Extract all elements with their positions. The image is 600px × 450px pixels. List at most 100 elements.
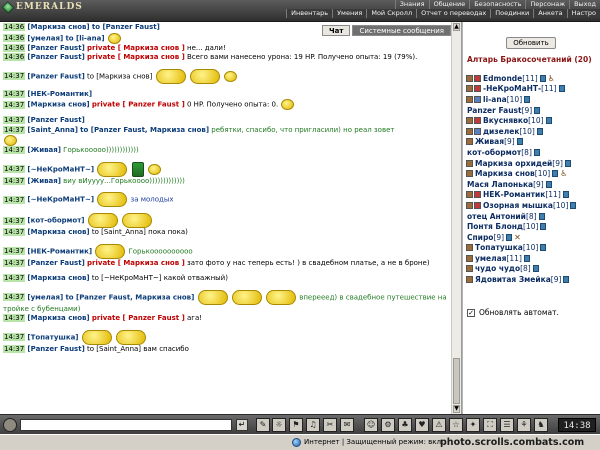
user-name[interactable]: Мася Лапонька <box>467 180 533 189</box>
user-list-item[interactable]: Живая [9] <box>466 137 600 148</box>
user-list-item[interactable]: дизелек [10] <box>466 126 600 137</box>
user-name[interactable]: Озорная мышка <box>483 201 553 210</box>
message-author[interactable]: [Маркиза снов] <box>27 274 89 282</box>
user-name[interactable]: дизелек <box>483 127 519 136</box>
user-name[interactable]: Вкуснявко <box>483 116 528 125</box>
message-author[interactable]: [Живая] <box>27 177 61 185</box>
info-icon[interactable] <box>506 233 513 241</box>
message-author[interactable]: [Panzer Faust] <box>27 259 84 267</box>
toolbar-button-17[interactable]: ♞ <box>534 418 548 432</box>
info-icon[interactable] <box>540 223 547 231</box>
toolbar-button-10[interactable]: ♥ <box>415 418 429 432</box>
scroll-up-icon[interactable]: ▲ <box>453 23 460 31</box>
toolbar-button-8[interactable]: ⚙ <box>381 418 395 432</box>
message-recipient[interactable]: to [Маркиза снов] <box>87 72 152 80</box>
message-author[interactable]: [НЕК-Романтик] <box>27 247 92 255</box>
private-recipient[interactable]: private [ Маркиза снов ] <box>87 259 185 267</box>
menu-item-duels[interactable]: Поединки <box>490 9 534 18</box>
message-recipient[interactable]: to [Saint_Anna] <box>92 228 146 236</box>
menu-item-settings[interactable]: Настро <box>566 9 600 18</box>
info-icon[interactable] <box>545 117 552 125</box>
user-list-item[interactable]: Понтя Блонд [10] <box>466 221 600 232</box>
user-list-item[interactable]: li-ana [10] <box>466 94 600 105</box>
toolbar-button-16[interactable]: ⚘ <box>517 418 531 432</box>
toolbar-button-14[interactable]: ⛶ <box>483 418 497 432</box>
toolbar-button-3[interactable]: ⚑ <box>289 418 303 432</box>
user-name[interactable]: Понтя Блонд <box>467 222 523 231</box>
message-recipient[interactable]: to [Panzer Faust, Маркиза снов] <box>65 293 194 301</box>
info-icon[interactable] <box>536 127 543 135</box>
user-list-item[interactable]: НЕК-Романтик [11] <box>466 190 600 201</box>
user-list-item[interactable]: Panzer Faust [9] <box>466 105 600 116</box>
user-name[interactable]: Маркиза снов <box>475 169 535 178</box>
refresh-button[interactable]: Обновить <box>506 37 556 49</box>
user-list-item[interactable]: Озорная мышка [10] <box>466 200 600 211</box>
chat-scrollbar[interactable]: ▲ ▼ <box>451 22 461 414</box>
private-recipient[interactable]: private [ Panzer Faust ] <box>92 314 185 322</box>
info-icon[interactable] <box>540 244 547 252</box>
menu-item-character[interactable]: Персонаж <box>525 0 569 9</box>
info-icon[interactable] <box>552 170 559 178</box>
auto-refresh-checkbox[interactable]: ✓ <box>467 308 475 317</box>
user-name[interactable]: чудо чудо <box>475 264 520 273</box>
user-list-item[interactable]: кот-обормот [8] <box>466 147 600 158</box>
tab-chat[interactable]: Чат <box>322 25 351 36</box>
menu-item-exit[interactable]: Выход <box>569 0 600 9</box>
private-recipient[interactable]: private [ Panzer Faust ] <box>92 101 185 109</box>
user-list-item[interactable]: Топатушка [10] <box>466 243 600 254</box>
info-icon[interactable] <box>524 95 531 103</box>
info-icon[interactable] <box>558 85 565 93</box>
user-list-item[interactable]: Мася Лапонька [9] <box>466 179 600 190</box>
info-icon[interactable] <box>523 254 530 262</box>
menu-item-inventory[interactable]: Инвентарь <box>286 9 333 18</box>
info-icon[interactable] <box>533 148 540 156</box>
toolbar-button-15[interactable]: ☰ <box>500 418 514 432</box>
toolbar-button-1[interactable]: ✎ <box>256 418 270 432</box>
user-name[interactable]: Маркиза орхидей <box>475 159 552 168</box>
message-author[interactable]: [НЕК-Романтик] <box>27 90 92 98</box>
info-icon[interactable] <box>516 138 523 146</box>
info-icon[interactable] <box>545 180 552 188</box>
user-list-item[interactable]: Маркиза снов [10] ♿ <box>466 168 600 179</box>
toolbar-button-5[interactable]: ✂ <box>323 418 337 432</box>
user-list-item[interactable]: умелая [11] <box>466 253 600 264</box>
user-name[interactable]: -НеКроМаНТ- <box>483 84 541 93</box>
user-list-item[interactable]: Маркиза орхидей [9] <box>466 158 600 169</box>
message-author[interactable]: [Топатушка] <box>27 333 78 341</box>
message-recipient[interactable]: to [~НеКроМаНТ~] <box>92 274 162 282</box>
message-author[interactable]: [Маркиза снов] <box>27 314 89 322</box>
scroll-thumb[interactable] <box>453 358 460 404</box>
info-icon[interactable] <box>564 159 571 167</box>
message-author[interactable]: [Panzer Faust] <box>27 345 84 353</box>
message-author[interactable]: [Живая] <box>27 146 61 154</box>
avatar[interactable] <box>3 418 17 432</box>
toolbar-button-7[interactable]: ☺ <box>364 418 378 432</box>
user-name[interactable]: НЕК-Романтик <box>483 190 545 199</box>
user-name[interactable]: кот-обормот <box>467 148 521 157</box>
chat-input[interactable] <box>20 419 232 431</box>
message-recipient[interactable]: to [Saint_Anna] <box>87 345 141 353</box>
user-name[interactable]: отец Антоний <box>467 212 526 221</box>
user-list-item[interactable]: чудо чудо [8] <box>466 264 600 275</box>
tab-system-messages[interactable]: Системные сообщения <box>352 25 451 36</box>
info-icon[interactable] <box>534 106 541 114</box>
info-icon[interactable] <box>570 201 577 209</box>
message-author[interactable]: [~НеКроМаНТ~] <box>27 196 94 204</box>
menu-item-security[interactable]: Безопасность <box>469 0 525 9</box>
info-icon[interactable] <box>532 265 539 273</box>
user-name[interactable]: Ядовитая Змейка <box>475 275 551 284</box>
toolbar-button-13[interactable]: ✦ <box>466 418 480 432</box>
menu-item-knowledge[interactable]: Знания <box>394 0 429 9</box>
message-author[interactable]: [Panzer Faust] <box>27 116 84 124</box>
menu-item-skills[interactable]: Умения <box>332 9 367 18</box>
info-icon[interactable] <box>538 212 545 220</box>
message-author[interactable]: [~НеКроМаНТ~] <box>27 165 94 173</box>
message-author[interactable]: [Panzer Faust] <box>27 72 84 80</box>
user-name[interactable]: Panzer Faust <box>467 106 522 115</box>
user-name[interactable]: умелая <box>475 254 506 263</box>
message-author[interactable]: [Saint_Anna] <box>27 126 78 134</box>
toolbar-button-12[interactable]: ☆ <box>449 418 463 432</box>
info-icon[interactable] <box>539 74 546 82</box>
menu-item-transfer-report[interactable]: Отчет о переводах <box>416 9 491 18</box>
message-author[interactable]: [Маркиза снов] <box>27 101 89 109</box>
